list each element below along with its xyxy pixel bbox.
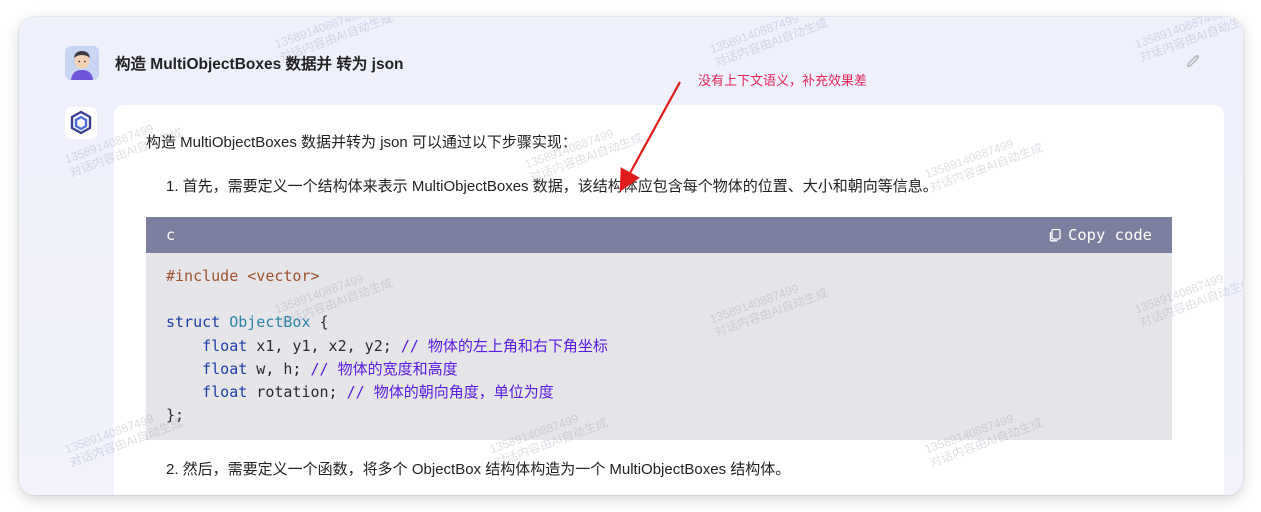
code-line: struct ObjectBox { (166, 311, 1152, 334)
code-language-label: c (166, 226, 176, 244)
code-token: float (202, 336, 248, 355)
chatgpt-logo-icon (65, 107, 97, 139)
code-token: // 物体的宽度和高度 (310, 359, 458, 378)
code-token: w, h; (247, 359, 311, 378)
code-line: float w, h; // 物体的宽度和高度 (166, 358, 1152, 381)
copy-code-button[interactable]: Copy code (1048, 226, 1152, 244)
code-token: }; (166, 406, 185, 425)
code-header: c Copy code (146, 217, 1172, 253)
code-line: float rotation; // 物体的朝向角度，单位为度 (166, 381, 1152, 404)
clipboard-icon (1049, 228, 1061, 242)
pencil-icon[interactable] (1185, 51, 1203, 69)
code-body[interactable]: #include <vector> struct ObjectBox { flo… (146, 253, 1172, 439)
code-line: #include <vector> (166, 265, 1152, 288)
code-token: x1, y1, x2, y2; (247, 336, 401, 355)
annotation-note: 没有上下文语义，补充效果差 (698, 73, 868, 88)
watermark: 13589140887499 对话内容由AI自动生成 (707, 17, 830, 70)
code-line: float x1, y1, x2, y2; // 物体的左上角和右下角坐标 (166, 335, 1152, 358)
code-token: float (202, 359, 248, 378)
code-token: ObjectBox (229, 313, 311, 332)
code-block: c Copy code #include <vector> struct Obj… (146, 217, 1172, 440)
answer-step-1: 1. 首先，需要定义一个结构体来表示 MultiObjectBoxes 数据，该… (166, 178, 938, 195)
code-token: { (310, 313, 329, 332)
answer-step-2: 2. 然后，需要定义一个函数，将多个 ObjectBox 结构体构造为一个 Mu… (166, 461, 791, 478)
answer-panel: 构造 MultiObjectBoxes 数据并转为 json 可以通过以下步骤实… (114, 105, 1224, 495)
person-avatar-icon (65, 46, 99, 80)
user-message: 构造 MultiObjectBoxes 数据并 转为 json (65, 45, 404, 81)
user-question: 构造 MultiObjectBoxes 数据并 转为 json (115, 56, 404, 73)
code-line: }; (166, 404, 1152, 427)
answer-intro: 构造 MultiObjectBoxes 数据并转为 json 可以通过以下步骤实… (146, 134, 577, 151)
code-token: rotation; (247, 383, 347, 402)
code-token: struct (166, 313, 230, 332)
chat-window: 构造 MultiObjectBoxes 数据并 转为 json 构造 Multi… (19, 17, 1243, 495)
code-token: #include <vector> (166, 267, 320, 285)
code-token: // 物体的朝向角度，单位为度 (346, 383, 554, 402)
code-token: float (202, 383, 248, 402)
code-token: // 物体的左上角和右下角坐标 (400, 336, 608, 355)
copy-code-label: Copy code (1068, 226, 1152, 244)
